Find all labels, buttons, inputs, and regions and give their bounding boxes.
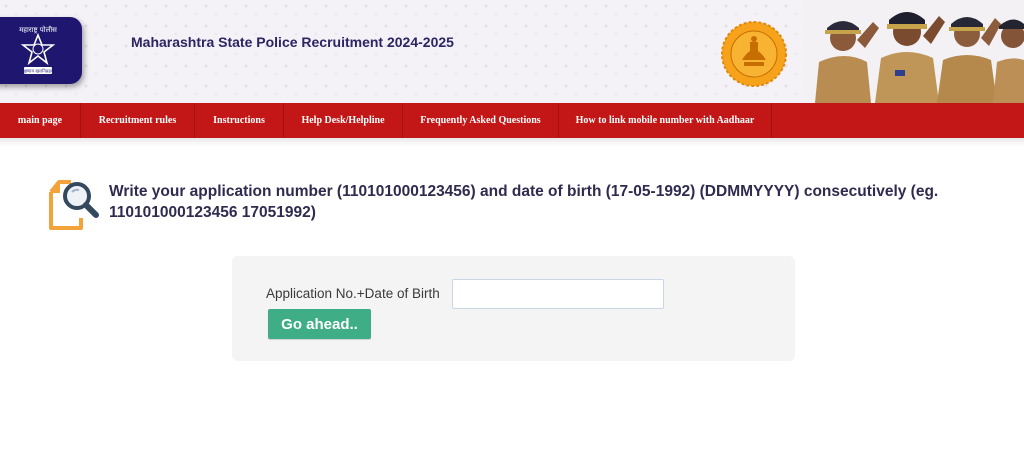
nav-shadow xyxy=(0,138,1024,146)
nav-item-main-page[interactable]: main page xyxy=(0,103,81,138)
nav-item-help-desk[interactable]: Help Desk/Helpline xyxy=(284,103,403,138)
svg-text:महाराष्ट्र पोलीस: महाराष्ट्र पोलीस xyxy=(19,25,57,34)
document-search-icon xyxy=(49,180,99,230)
maharashtra-police-badge-icon: महाराष्ट्र पोलीस सद्रक्षणाय खलनिग्रहणाय xyxy=(18,25,58,75)
police-officers-saluting-image xyxy=(805,0,1024,103)
go-ahead-button[interactable]: Go ahead.. xyxy=(268,309,371,339)
nav-item-recruitment-rules[interactable]: Recruitment rules xyxy=(81,103,195,138)
nav-item-faq[interactable]: Frequently Asked Questions xyxy=(403,103,559,138)
maharashtra-state-seal-icon xyxy=(721,21,787,87)
nav-filler xyxy=(772,103,1024,138)
main-nav: main page Recruitment rules Instructions… xyxy=(0,103,1024,138)
site-title: Maharashtra State Police Recruitment 202… xyxy=(131,34,454,50)
svg-text:सद्रक्षणाय खलनिग्रहणाय: सद्रक्षणाय खलनिग्रहणाय xyxy=(18,68,58,75)
instruction-text: Write your application number (110101000… xyxy=(109,183,939,221)
police-logo[interactable]: महाराष्ट्र पोलीस सद्रक्षणाय खलनिग्रहणाय xyxy=(0,17,82,84)
application-dob-label: Application No.+Date of Birth xyxy=(266,286,440,301)
nav-item-link-mobile-aadhaar[interactable]: How to link mobile number with Aadhaar xyxy=(559,103,772,138)
application-dob-input[interactable] xyxy=(452,279,664,309)
nav-item-instructions[interactable]: Instructions xyxy=(195,103,284,138)
site-header: महाराष्ट्र पोलीस सद्रक्षणाय खलनिग्रहणाय … xyxy=(0,0,1024,103)
